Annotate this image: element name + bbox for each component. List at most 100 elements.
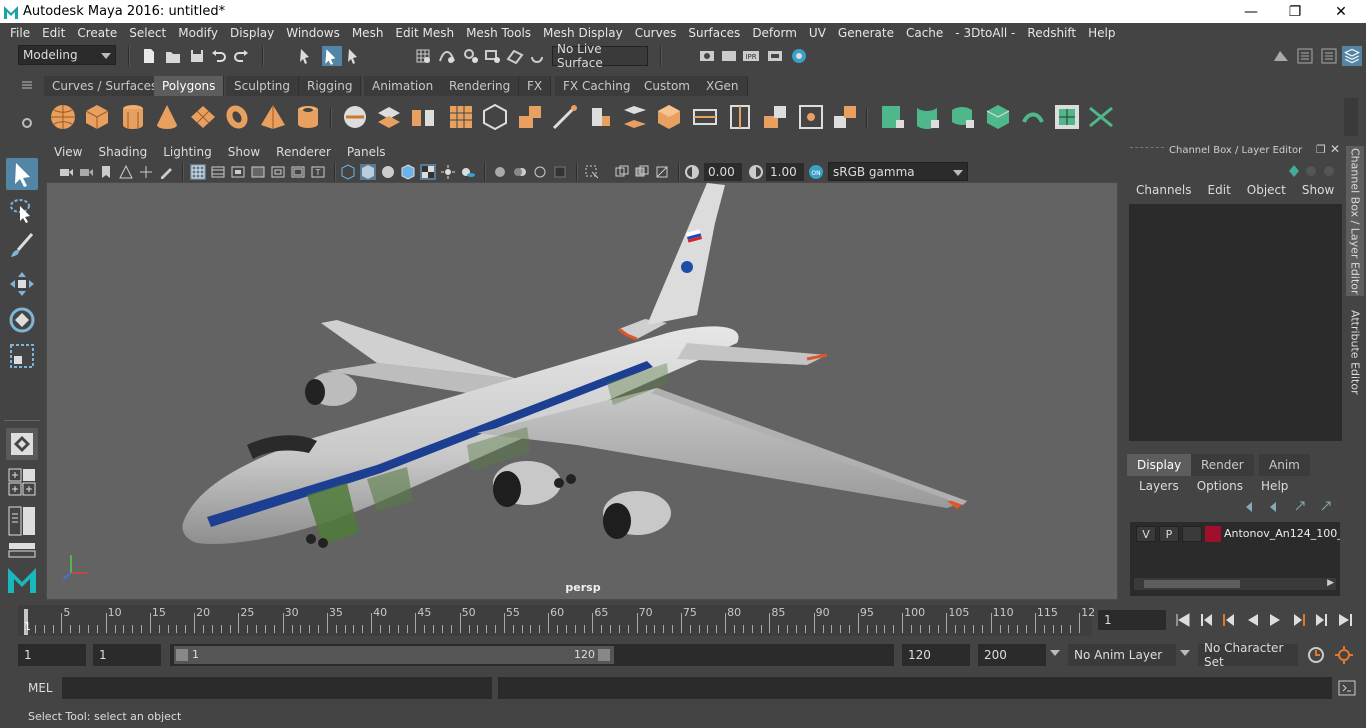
mirror-icon[interactable]	[408, 102, 438, 132]
range-slider-track[interactable]: 1 120	[170, 644, 894, 666]
menu-display[interactable]: Display	[224, 26, 280, 40]
depth-of-field-icon[interactable]	[552, 164, 568, 180]
play-forwards-icon[interactable]	[1266, 611, 1284, 629]
anim-layer-dropdown[interactable]: No Anim Layer	[1068, 644, 1176, 666]
exposure-field[interactable]: 0.00	[704, 163, 742, 181]
motion-blur-icon[interactable]	[512, 164, 528, 180]
target-weld-icon[interactable]	[796, 102, 826, 132]
gamma-icon[interactable]	[748, 164, 764, 180]
menu-select[interactable]: Select	[123, 26, 172, 40]
wireframe-on-shaded-icon[interactable]	[400, 164, 416, 180]
layer-row[interactable]: V P Antonov_An124_100_R	[1130, 522, 1340, 546]
uv-automatic-icon[interactable]	[983, 102, 1013, 132]
bevel-icon[interactable]	[654, 102, 684, 132]
layout-stacked-icon[interactable]	[8, 542, 36, 558]
field-chart-icon[interactable]	[270, 164, 286, 180]
render-current-frame-icon[interactable]	[720, 47, 738, 65]
menu-set-dropdown[interactable]: Modeling	[18, 45, 116, 65]
poly-plane-icon[interactable]	[188, 102, 218, 132]
menu-file[interactable]: File	[0, 26, 36, 40]
poly-pyramid-icon[interactable]	[258, 102, 288, 132]
hypershade-icon[interactable]	[790, 47, 808, 65]
poly-sphere-icon[interactable]	[48, 102, 78, 132]
single-perspective-view-button[interactable]	[6, 428, 38, 460]
textured-icon[interactable]	[420, 164, 436, 180]
snap-curve-icon[interactable]	[438, 47, 456, 65]
tab-display-layers[interactable]: Display	[1127, 454, 1192, 476]
uv-transfer-icon[interactable]	[1018, 102, 1048, 132]
color-management-icon[interactable]: ON	[808, 164, 824, 180]
snap-surface-icon[interactable]	[506, 47, 524, 65]
step-back-frame-icon[interactable]	[1198, 611, 1216, 629]
layer-display-type-toggle[interactable]	[1182, 526, 1202, 542]
scroll-right-icon[interactable]: ▶	[1327, 578, 1334, 588]
menu-edit-mesh[interactable]: Edit Mesh	[389, 26, 460, 40]
close-panel-icon[interactable]: ✕	[1330, 142, 1340, 156]
modeling-toolkit-icon[interactable]	[1272, 47, 1290, 65]
tab-fx[interactable]: FX	[519, 76, 552, 96]
extrude-icon[interactable]	[584, 102, 614, 132]
layer-visibility-toggle[interactable]: V	[1136, 526, 1156, 542]
channels-menu[interactable]: Channels	[1128, 183, 1200, 201]
playback-start-field[interactable]: 1	[93, 644, 161, 666]
menu-deform[interactable]: Deform	[746, 26, 803, 40]
move-tool-button[interactable]	[6, 268, 38, 300]
poly-pipe-icon[interactable]	[293, 102, 323, 132]
resolution-gate-icon[interactable]	[230, 164, 246, 180]
separate-icon[interactable]	[374, 102, 404, 132]
shelf-menu-icon[interactable]	[20, 78, 34, 92]
offset-edge-loop-icon[interactable]	[760, 102, 790, 132]
close-button[interactable]: ✕	[1318, 0, 1364, 23]
smooth-shade-icon[interactable]	[360, 164, 376, 180]
layer-list-scrollbar[interactable]: ▶	[1134, 578, 1336, 590]
safe-title-icon[interactable]: T	[310, 164, 326, 180]
gamma-field[interactable]: 1.00	[766, 163, 804, 181]
menu-mesh[interactable]: Mesh	[346, 26, 390, 40]
character-set-dropdown[interactable]: No Character Set	[1198, 641, 1298, 669]
uv-planar-icon[interactable]	[878, 102, 908, 132]
camera-attributes-icon[interactable]	[78, 164, 94, 180]
ipr-render-icon[interactable]: IPR	[742, 47, 760, 65]
scrollbar-thumb[interactable]	[1144, 580, 1240, 588]
shadows-icon[interactable]	[460, 164, 476, 180]
maya-home-icon[interactable]	[5, 565, 39, 595]
drag-handle[interactable]	[1130, 147, 1164, 148]
tab-xgen[interactable]: XGen	[698, 76, 748, 96]
menu-windows[interactable]: Windows	[280, 26, 346, 40]
step-back-key-icon[interactable]	[1220, 611, 1238, 629]
rotate-tool-button[interactable]	[6, 304, 38, 336]
xray-components-icon[interactable]	[654, 164, 670, 180]
animation-preferences-icon[interactable]	[1334, 645, 1354, 665]
viewport-menu-shading[interactable]: Shading	[90, 145, 155, 159]
mel-command-input[interactable]	[62, 677, 492, 699]
uv-layout-icon[interactable]	[1086, 102, 1116, 132]
view-transform-dropdown[interactable]: sRGB gamma	[828, 162, 968, 181]
timeline-track[interactable]: 1 5 10 15 20 25 30 35 40 45 50 55 60 65 70 75 80 85 90 95 1…	[18, 605, 1095, 636]
snap-view-plane-icon[interactable]	[484, 47, 502, 65]
viewport-menu-panels[interactable]: Panels	[339, 145, 394, 159]
tab-polygons[interactable]: Polygons	[154, 76, 225, 96]
tab-channel-box-layer-editor[interactable]: Channel Box / Layer Editor	[1346, 146, 1364, 296]
auto-key-icon[interactable]	[1306, 645, 1326, 665]
current-frame-field[interactable]: 1	[1098, 610, 1166, 630]
menu-create[interactable]: Create	[71, 26, 123, 40]
show-menu[interactable]: Show	[1294, 183, 1342, 201]
wireframe-icon[interactable]	[340, 164, 356, 180]
snap-point-icon[interactable]	[462, 47, 480, 65]
step-forward-frame-icon[interactable]	[1312, 611, 1330, 629]
viewport-menu-lighting[interactable]: Lighting	[155, 145, 220, 159]
smooth-icon[interactable]	[446, 102, 476, 132]
shelf-settings-gear-icon[interactable]	[20, 116, 34, 130]
safe-action-icon[interactable]	[290, 164, 306, 180]
poly-cylinder-icon[interactable]	[118, 102, 148, 132]
render-settings-icon[interactable]	[766, 47, 784, 65]
film-gate-icon[interactable]	[210, 164, 226, 180]
tab-rigging[interactable]: Rigging	[299, 76, 362, 96]
menu-3dtoall[interactable]: - 3DtoAll -	[949, 26, 1021, 40]
tab-anim-layers[interactable]: Anim	[1259, 454, 1310, 476]
toggle-tool-settings-icon[interactable]	[1320, 47, 1338, 65]
animation-start-field[interactable]: 1	[18, 644, 86, 666]
menu-edit[interactable]: Edit	[36, 26, 71, 40]
select-by-component-icon[interactable]	[346, 47, 364, 65]
play-backwards-icon[interactable]	[1244, 611, 1262, 629]
